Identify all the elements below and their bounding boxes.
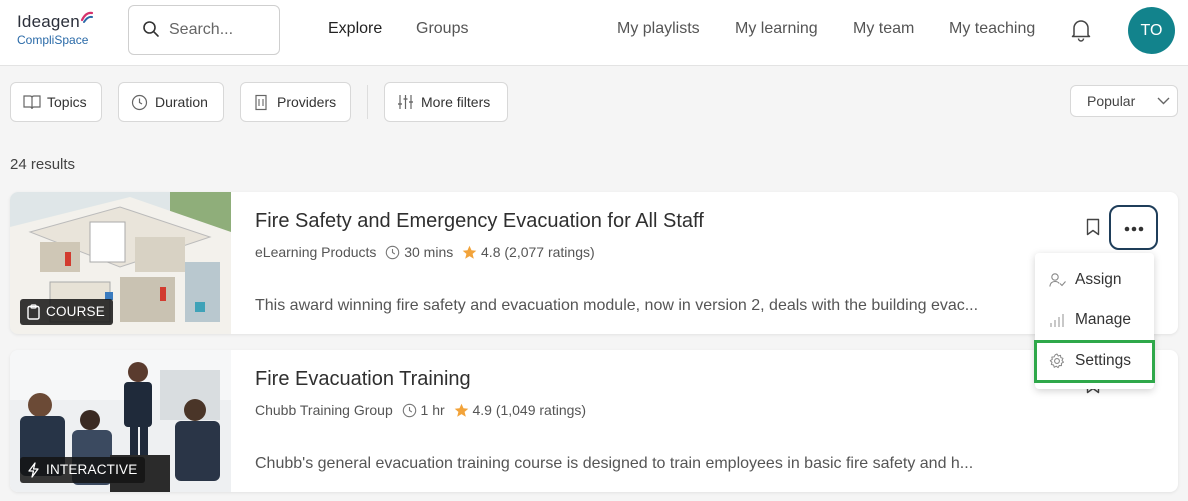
rating-value: 4.8: [481, 244, 501, 261]
topics-label: Topics: [47, 94, 87, 110]
bookmark-icon[interactable]: [1086, 218, 1100, 241]
results-count: 24 results: [10, 156, 76, 173]
badge-label: COURSE: [46, 304, 105, 319]
provider-name[interactable]: Chubb Training Group: [255, 402, 393, 418]
gear-icon: [1049, 353, 1064, 369]
star-icon: [454, 403, 468, 417]
duration-value: 1 hr: [420, 402, 445, 419]
menu-item-manage[interactable]: Manage: [1035, 302, 1154, 338]
more-filters-label: More filters: [421, 94, 491, 110]
options-menu: Assign Manage Settings: [1034, 253, 1155, 389]
sort-dropdown[interactable]: Popular: [1070, 85, 1178, 117]
course-meta: Chubb Training Group 1 hr 4.9 (1,049 rat…: [255, 401, 586, 418]
settings-label: Settings: [1075, 352, 1132, 369]
manage-label: Manage: [1075, 311, 1132, 328]
lightning-icon: [28, 462, 39, 478]
filter-divider: [367, 85, 368, 119]
building-icon: [255, 94, 267, 111]
ratings-count: (2,077 ratings): [504, 244, 595, 261]
rating-value: 4.9: [472, 402, 492, 419]
topics-filter-button[interactable]: Topics: [10, 82, 102, 122]
nav-my-team[interactable]: My team: [853, 20, 914, 38]
course-title[interactable]: Fire Safety and Emergency Evacuation for…: [255, 210, 704, 233]
ideagen-logo[interactable]: Ideagen CompliSpace: [17, 11, 107, 52]
top-header: Ideagen CompliSpace Explore Groups My pl…: [0, 0, 1188, 66]
provider-name[interactable]: eLearning Products: [255, 244, 376, 260]
sort-value: Popular: [1087, 93, 1136, 109]
ellipsis-icon: [1124, 226, 1144, 232]
ratings-count: (1,049 ratings): [495, 402, 587, 419]
nav-my-learning[interactable]: My learning: [735, 20, 818, 38]
logo-line2: CompliSpace: [17, 33, 89, 47]
clock-icon: [131, 94, 148, 111]
star-icon: [462, 245, 477, 259]
course-card[interactable]: COURSE Fire Safety and Emergency Evacuat…: [10, 192, 1178, 334]
user-assign-icon: [1049, 273, 1066, 287]
nav-my-teaching[interactable]: My teaching: [949, 20, 1035, 38]
sliders-icon: [398, 95, 413, 109]
nav-explore[interactable]: Explore: [328, 20, 382, 38]
content-type-badge: COURSE: [20, 299, 113, 325]
duration-value: 30 mins: [404, 244, 454, 261]
search-icon: [143, 21, 159, 37]
course-card[interactable]: INTERACTIVE Fire Evacuation Training Chu…: [10, 350, 1178, 492]
course-description: This award winning fire safety and evacu…: [255, 297, 979, 314]
user-avatar[interactable]: TO: [1128, 7, 1175, 54]
menu-item-settings[interactable]: Settings: [1034, 340, 1155, 383]
book-icon: [23, 95, 41, 110]
search-box[interactable]: [128, 5, 280, 55]
nav-groups[interactable]: Groups: [416, 20, 468, 38]
search-input[interactable]: [169, 19, 274, 41]
assign-label: Assign: [1075, 271, 1122, 288]
course-description: Chubb's general evacuation training cour…: [255, 455, 974, 472]
clock-icon: [386, 245, 400, 260]
bar-chart-icon: [1050, 314, 1064, 327]
clipboard-icon: [27, 304, 40, 320]
badge-label: INTERACTIVE: [46, 462, 138, 477]
menu-item-assign[interactable]: Assign: [1035, 262, 1154, 298]
course-meta: eLearning Products 30 mins 4.8 (2,077 ra…: [255, 243, 595, 260]
duration-label: Duration: [155, 94, 208, 110]
more-options-button[interactable]: [1109, 205, 1158, 250]
providers-label: Providers: [277, 94, 337, 110]
more-filters-button[interactable]: More filters: [384, 82, 508, 122]
nav-my-playlists[interactable]: My playlists: [617, 20, 700, 38]
duration-filter-button[interactable]: Duration: [118, 82, 224, 122]
course-title[interactable]: Fire Evacuation Training: [255, 368, 471, 391]
providers-filter-button[interactable]: Providers: [240, 82, 351, 122]
clock-icon: [402, 403, 416, 418]
chevron-down-icon: [1157, 97, 1170, 105]
logo-mark-icon: [80, 11, 94, 23]
content-type-badge: INTERACTIVE: [20, 457, 146, 483]
bell-icon[interactable]: [1070, 18, 1092, 47]
